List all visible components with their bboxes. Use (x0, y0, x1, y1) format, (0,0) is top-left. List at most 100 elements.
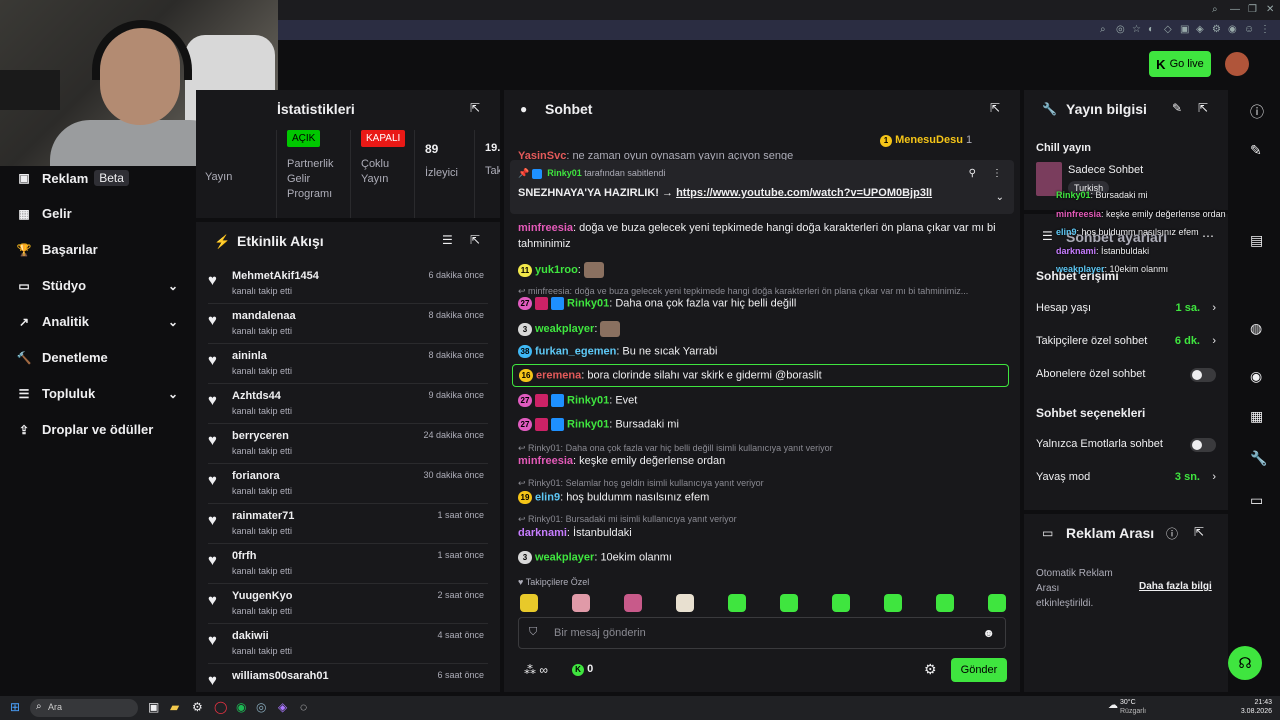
channel-points[interactable]: K 0 (572, 663, 593, 676)
chat-username[interactable]: Rinky01 (567, 418, 609, 430)
infinity-icon[interactable]: ⁂ ∞ (524, 663, 548, 677)
menu-icon[interactable]: ⋮ (1260, 24, 1270, 35)
task-view-icon[interactable]: ▣ (148, 700, 159, 714)
chat-username[interactable]: furkan_egemen (535, 345, 616, 357)
extension-icon[interactable]: ▣ (1180, 24, 1189, 35)
emote-icon[interactable] (572, 594, 590, 612)
info-icon[interactable]: ⓘ (1250, 102, 1264, 122)
go-live-button[interactable]: K Go live (1149, 51, 1211, 77)
sidebar-item-analitik[interactable]: ↗ Analitik ⌄ (16, 314, 178, 329)
broadcast-icon[interactable]: ◉ (1250, 368, 1262, 385)
unpin-icon[interactable]: ⚲ (969, 168, 976, 179)
chat-username[interactable]: weakplayer (535, 551, 594, 563)
activity-user[interactable]: rainmater71 (232, 510, 294, 522)
extension-icon[interactable]: ◉ (1228, 24, 1237, 35)
activity-user[interactable]: 0frfh (232, 550, 256, 562)
support-button[interactable]: ☊ (1228, 646, 1262, 680)
chat-username[interactable]: elin9 (535, 491, 560, 503)
activity-user[interactable]: YuugenKyo (232, 590, 293, 602)
account-age-row[interactable]: Hesap yaşı 1 sa. › (1036, 302, 1216, 314)
profile-icon[interactable]: ☺ (1244, 24, 1254, 35)
restore-icon[interactable]: ❐ (1248, 4, 1257, 15)
emote-icon[interactable] (884, 594, 902, 612)
chat-username[interactable]: Rinky01 (567, 394, 609, 406)
emote-icon[interactable] (988, 594, 1006, 612)
taskbar-search[interactable]: ⌕ Ara (30, 699, 138, 717)
avatar[interactable] (1225, 52, 1249, 76)
emote-icon[interactable] (520, 594, 538, 612)
popout-icon[interactable]: ⇱ (990, 101, 1000, 115)
extension-icon[interactable]: ⌕ (1100, 24, 1106, 35)
emote-icon[interactable] (624, 594, 642, 612)
close-icon[interactable]: ✕ (1266, 4, 1274, 15)
send-button[interactable]: Gönder (951, 658, 1007, 682)
sidebar-item-basarilar[interactable]: 🏆 Başarılar (16, 242, 178, 257)
subs-chat-toggle[interactable] (1190, 368, 1216, 382)
sidebar-item-droplar[interactable]: ⇪ Droplar ve ödüller (16, 422, 178, 437)
extension-icon[interactable]: ☆ (1132, 24, 1141, 35)
wrench-icon[interactable]: 🔧 (1250, 450, 1267, 467)
activity-user[interactable]: berryceren (232, 430, 289, 442)
minimize-icon[interactable]: — (1230, 4, 1240, 15)
chat-username[interactable]: minfreesia (518, 222, 573, 234)
gear-icon[interactable]: ⚙ (924, 661, 937, 678)
layers-icon[interactable]: ▦ (1250, 408, 1263, 425)
popout-icon[interactable]: ⇱ (470, 233, 480, 247)
clock[interactable]: 21:43 3.08.2026 (1240, 698, 1272, 716)
sidebar-item-studyo[interactable]: ▭ Stüdyo ⌄ (16, 278, 178, 293)
emote-icon[interactable] (676, 594, 694, 612)
popout-icon[interactable]: ⇱ (1194, 525, 1204, 539)
filter-icon[interactable]: ☰ (442, 233, 453, 247)
chat-username[interactable]: Rinky01 (567, 297, 609, 309)
popout-icon[interactable]: ⇱ (1198, 101, 1208, 115)
activity-user[interactable]: MehmetAkif1454 (232, 270, 319, 282)
followers-chat-row[interactable]: Takipçilere özel sohbet 6 dk. › (1036, 335, 1216, 347)
emote-only-toggle[interactable] (1190, 438, 1216, 452)
activity-user[interactable]: dakiwii (232, 630, 269, 642)
extension-icon[interactable]: ◎ (1116, 24, 1125, 35)
window-icon[interactable]: ▭ (1250, 492, 1263, 509)
chat-icon[interactable]: ◍ (1250, 320, 1262, 337)
sidebar-item-topluluk[interactable]: ☰ Topluluk ⌄ (16, 386, 178, 401)
chat-username[interactable]: yuk1roo (535, 264, 578, 276)
popout-icon[interactable]: ⇱ (470, 101, 480, 115)
edit-icon[interactable]: ✎ (1250, 142, 1262, 159)
emoji-icon[interactable]: ☻ (982, 626, 995, 640)
activity-user[interactable]: aininla (232, 350, 267, 362)
emote-icon[interactable] (728, 594, 746, 612)
sidebar-item-reklam[interactable]: ▣ Reklam Beta (16, 170, 178, 186)
weather-widget[interactable]: 30°C Rüzgarlı (1120, 698, 1146, 716)
learn-more-link[interactable]: Daha fazla bilgi (1139, 581, 1212, 592)
pinned-link[interactable]: https://www.youtube.com/watch?v=UPOM0Bjp… (676, 187, 932, 199)
app-icon[interactable]: ◈ (278, 700, 287, 714)
windows-icon[interactable]: ⊞ (10, 700, 20, 714)
sidebar-item-gelir[interactable]: ▦ Gelir (16, 206, 178, 221)
activity-user[interactable]: forianora (232, 470, 280, 482)
steam-icon[interactable]: ◎ (256, 700, 266, 714)
extension-icon[interactable]: ◐ (1148, 24, 1154, 35)
extension-icon[interactable]: ◈ (1196, 24, 1204, 35)
chat-input[interactable]: ⛉ Bir mesaj gönderin ☻ (518, 617, 1006, 649)
extension-icon[interactable]: ⚙ (1212, 24, 1221, 35)
chat-username[interactable]: eremena (536, 369, 581, 381)
slow-mode-row[interactable]: Yavaş mod 3 sn. › (1036, 471, 1216, 483)
folder-icon[interactable]: ▰ (170, 700, 179, 714)
activity-user[interactable]: mandalenaa (232, 310, 296, 322)
spotify-icon[interactable]: ◉ (236, 700, 246, 714)
search-icon[interactable]: ⌕ (1212, 4, 1218, 15)
extension-icon[interactable]: ◇ (1164, 24, 1172, 35)
info-icon[interactable]: ⓘ (1166, 525, 1178, 542)
top-gifter[interactable]: 1 MenesuDesu 1 (880, 134, 972, 147)
emote-icon[interactable] (832, 594, 850, 612)
activity-user[interactable]: williams00sarah01 (232, 670, 329, 682)
chevron-down-icon[interactable]: ⌄ (996, 192, 1004, 203)
obs-icon[interactable]: ◌ (300, 700, 307, 714)
edit-icon[interactable]: ✎ (1172, 101, 1182, 115)
tool-icon[interactable]: ▤ (1250, 232, 1263, 249)
chat-username[interactable]: minfreesia (518, 455, 573, 467)
activity-user[interactable]: Azhtds44 (232, 390, 281, 402)
emote-icon[interactable] (780, 594, 798, 612)
opera-icon[interactable]: ◯ (214, 700, 227, 714)
chat-username[interactable]: weakplayer (535, 323, 594, 335)
more-icon[interactable]: ⋮ (992, 168, 1002, 179)
